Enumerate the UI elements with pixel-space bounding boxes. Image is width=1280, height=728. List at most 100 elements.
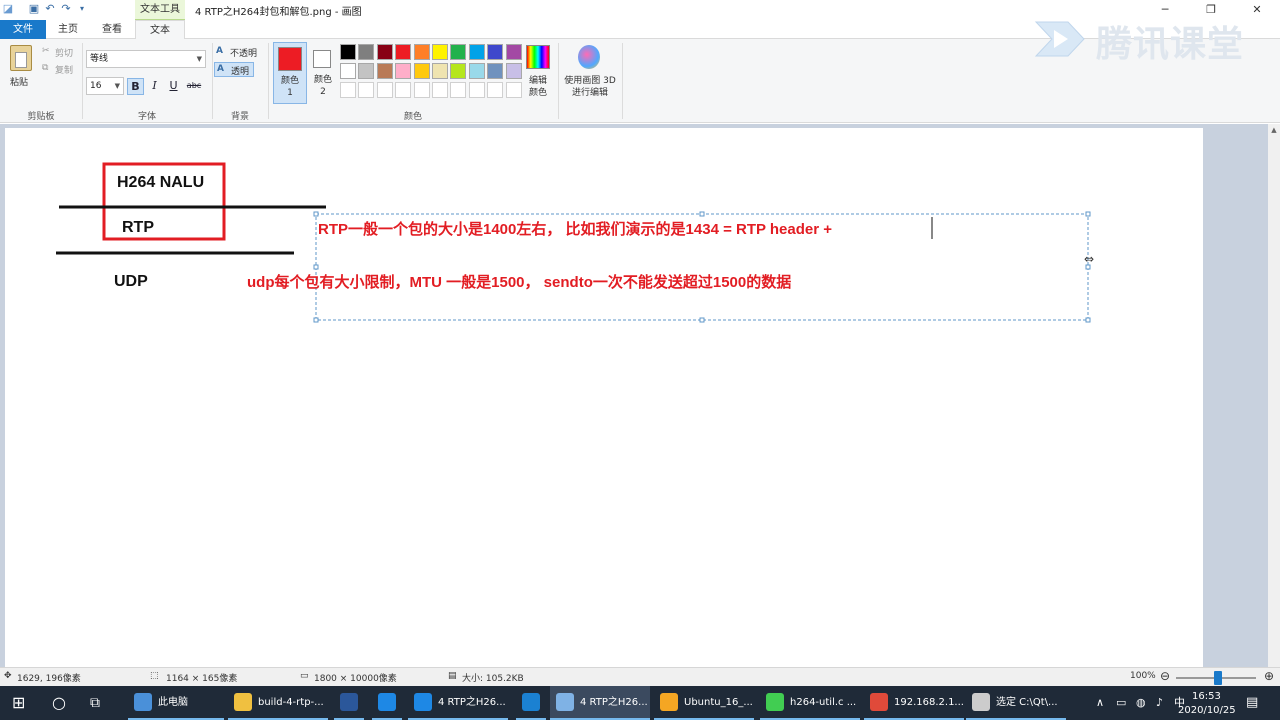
palette-swatch[interactable] [487,44,504,60]
palette-swatch[interactable] [450,82,467,98]
bold-button[interactable]: B [127,78,144,95]
clock-date[interactable]: 2020/10/25 [1178,694,1236,728]
underline-button[interactable]: U [165,78,182,95]
opaque-icon: A [216,46,223,56]
italic-button[interactable]: I [146,78,163,95]
chevron-down-icon: ▼ [196,55,202,63]
palette-swatch[interactable] [505,44,522,60]
taskbar-app-label: h264-util.c ... [790,697,857,708]
windows-start-icon[interactable]: ⊞ [12,686,25,720]
color1-button[interactable]: 颜色 1 [273,42,307,104]
file-size: 大小: 105.2KB [462,674,524,684]
drawing-canvas[interactable]: H264 NALU RTP UDP RTP一般一个包的大小是1400左右， 比如… [5,128,1203,667]
notification-icon[interactable]: ▤ [1246,686,1258,720]
palette-swatch[interactable] [505,63,522,79]
strikethrough-button[interactable]: abc [184,78,204,95]
palette-swatch[interactable] [432,44,448,60]
clipboard-group-label: 剪贴板 [27,112,55,122]
taskbar-app[interactable]: 此电脑 [128,686,224,720]
rtp-note-text[interactable]: RTP一般一个包的大小是1400左右， 比如我们演示的是1434 = RTP h… [318,218,832,239]
taskbar-app[interactable]: 192.168.2.1... [864,686,964,720]
palette-swatch[interactable] [450,63,467,79]
edit-colors-icon[interactable] [526,45,550,69]
taskbar-app-label: 此电脑 [158,697,188,708]
taskbar-app[interactable] [372,686,402,720]
palette-swatch[interactable] [340,63,356,79]
paint3d-icon[interactable] [578,45,600,69]
undo-icon[interactable]: ↶ [44,3,56,15]
paint3d-button[interactable]: 使用画图 3D 进行编辑 [562,75,618,99]
palette-swatch[interactable] [487,82,504,98]
volume-icon[interactable]: ♪ [1156,686,1163,720]
transparent-icon: A [217,64,224,74]
palette-swatch[interactable] [468,44,485,60]
palette-swatch[interactable] [376,82,393,98]
palette-swatch[interactable] [358,63,375,79]
palette-swatch[interactable] [358,82,375,98]
cut-icon: ✂ [42,46,50,56]
task-view-icon[interactable]: ⧉ [90,686,100,720]
copy-button[interactable]: 复制 [55,63,73,76]
palette-swatch[interactable] [432,82,448,98]
palette-swatch[interactable] [505,82,522,98]
taskbar-app[interactable]: build-4-rtp-... [228,686,328,720]
palette-swatch[interactable] [340,44,356,60]
transparent-option[interactable]: A 透明 [214,62,254,77]
font-size-select[interactable]: 16 ▼ [86,77,124,95]
taskbar-app[interactable]: h264-util.c ... [760,686,860,720]
vertical-scrollbar[interactable]: ▲ [1268,124,1280,667]
zoom-in-button[interactable]: ⊕ [1264,669,1274,683]
palette-swatch[interactable] [358,44,375,60]
palette-swatch[interactable] [395,63,412,79]
paste-button[interactable]: 粘贴 [10,75,28,88]
font-group-label: 字体 [137,112,156,122]
palette-swatch[interactable] [413,44,430,60]
zoom-out-button[interactable]: ⊖ [1160,669,1170,683]
palette-swatch[interactable] [376,44,393,60]
taskbar-app[interactable] [516,686,546,720]
font-family-select[interactable]: 等线 ▼ [86,50,206,68]
taskbar-app[interactable] [334,686,364,720]
scroll-up-icon[interactable]: ▲ [1270,126,1278,136]
tab-view[interactable]: 查看 [90,20,134,39]
tab-home[interactable]: 主页 [46,20,90,39]
color2-button[interactable]: 颜色 2 [307,42,339,104]
cut-button[interactable]: 剪切 [55,46,73,59]
ribbon: 粘贴 ✂ 剪切 ⧉ 复制 剪贴板 等线 ▼ 16 ▼ B I U abc 字体 … [0,21,1280,123]
paint-icon [556,693,574,711]
taskbar-app[interactable]: 选定 C:\Qt\... [966,686,1066,720]
tab-text[interactable]: 文本 [135,20,185,40]
redo-icon[interactable]: ↷ [60,3,72,15]
paint-app-icon[interactable]: ◪ [2,3,14,15]
edit-colors-button[interactable]: 编辑颜色 [526,75,550,99]
taskbar-app[interactable]: 4 RTP之H26... [550,686,650,720]
palette-swatch[interactable] [340,82,356,98]
palette-swatch[interactable] [468,82,485,98]
network-icon[interactable]: ◍ [1136,686,1146,720]
zoom-slider[interactable] [1176,671,1256,685]
folder-icon [234,693,252,711]
palette-swatch[interactable] [432,63,448,79]
palette-swatch[interactable] [468,63,485,79]
taskbar-app[interactable]: Ubuntu_16_... [654,686,754,720]
search-icon[interactable]: ○ [52,686,66,720]
taskbar-app[interactable]: 4 RTP之H26... [408,686,508,720]
show-hidden-icons[interactable]: ∧ [1096,686,1104,720]
palette-swatch[interactable] [413,63,430,79]
palette-swatch[interactable] [413,82,430,98]
palette-swatch[interactable] [376,63,393,79]
selection-size: 1164 × 165像素 [166,674,238,684]
save-icon[interactable]: ▣ [28,3,40,15]
tab-file[interactable]: 文件 [0,20,46,39]
palette-swatch[interactable] [395,82,412,98]
udp-note-text: udp每个包有大小限制，MTU 一般是1500， sendto一次不能发送超过1… [247,274,792,291]
palette-swatch[interactable] [395,44,412,60]
opaque-option[interactable]: A 不透明 [216,45,264,60]
paste-icon[interactable] [10,45,32,71]
customize-quick-access-icon[interactable]: ▾ [76,3,88,15]
drawing-shapes [56,162,1091,323]
palette-swatch[interactable] [450,44,467,60]
group-divider [622,43,623,119]
image-size: 1800 × 10000像素 [314,674,397,684]
palette-swatch[interactable] [487,63,504,79]
